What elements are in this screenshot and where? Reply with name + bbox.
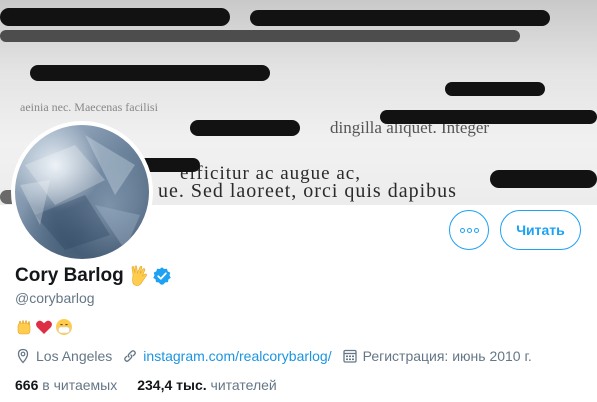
follow-button[interactable]: Читать [500,210,581,250]
location-text: Los Angeles [36,348,113,364]
banner-faded-text-2: aeinia nec. Maecenas facilisi [20,100,158,114]
following-label: в читаемых [42,377,118,393]
profile-stats: 666 в читаемых 234,4 тыс. читателей [15,377,297,393]
more-dot-icon [466,227,472,233]
bio [15,318,73,336]
raised-fist-icon [17,320,31,335]
followers-count: 234,4 тыс. [137,377,207,393]
profile-meta: Los Angeles instagram.com/realcorybarlog… [15,348,542,364]
calendar-icon [342,349,357,363]
redaction-bar [30,65,270,81]
banner-text-line-2: ue. Sed laoreet, orci quis dapibus [158,180,457,202]
location-pin-icon [17,348,29,364]
more-options-button[interactable] [449,210,489,250]
following-count: 666 [15,377,39,393]
profile-name: Cory Barlog [15,265,124,286]
redaction-bar [250,10,550,26]
location: Los Angeles [15,348,112,364]
redaction-bar [0,30,520,42]
followers-label: читателей [210,377,277,393]
avatar[interactable] [11,121,153,263]
profile-handle: @corybarlog [15,290,95,306]
website-link[interactable]: instagram.com/realcorybarlog/ [143,348,331,364]
more-dot-icon [459,227,465,233]
website[interactable]: instagram.com/realcorybarlog/ [122,348,332,364]
link-icon [124,350,137,362]
redaction-bar [445,82,545,96]
followers-stat[interactable]: 234,4 тыс. читателей [137,377,277,393]
redaction-bar [380,110,597,124]
more-dot-icon [473,227,479,233]
redaction-bar [190,120,300,136]
heart-icon [36,320,52,334]
redaction-bar [490,170,597,188]
profile-name-row: Cory Barlog [15,265,172,287]
avatar-ice-texture [20,135,140,250]
redaction-bar [0,8,230,26]
mask-face-icon [56,319,72,335]
verified-badge-icon [153,267,171,285]
following-stat[interactable]: 666 в читаемых [15,377,117,393]
join-date: Регистрация: июнь 2010 г. [342,348,532,364]
join-date-text: Регистрация: июнь 2010 г. [362,348,532,364]
vulcan-salute-icon [131,265,147,286]
